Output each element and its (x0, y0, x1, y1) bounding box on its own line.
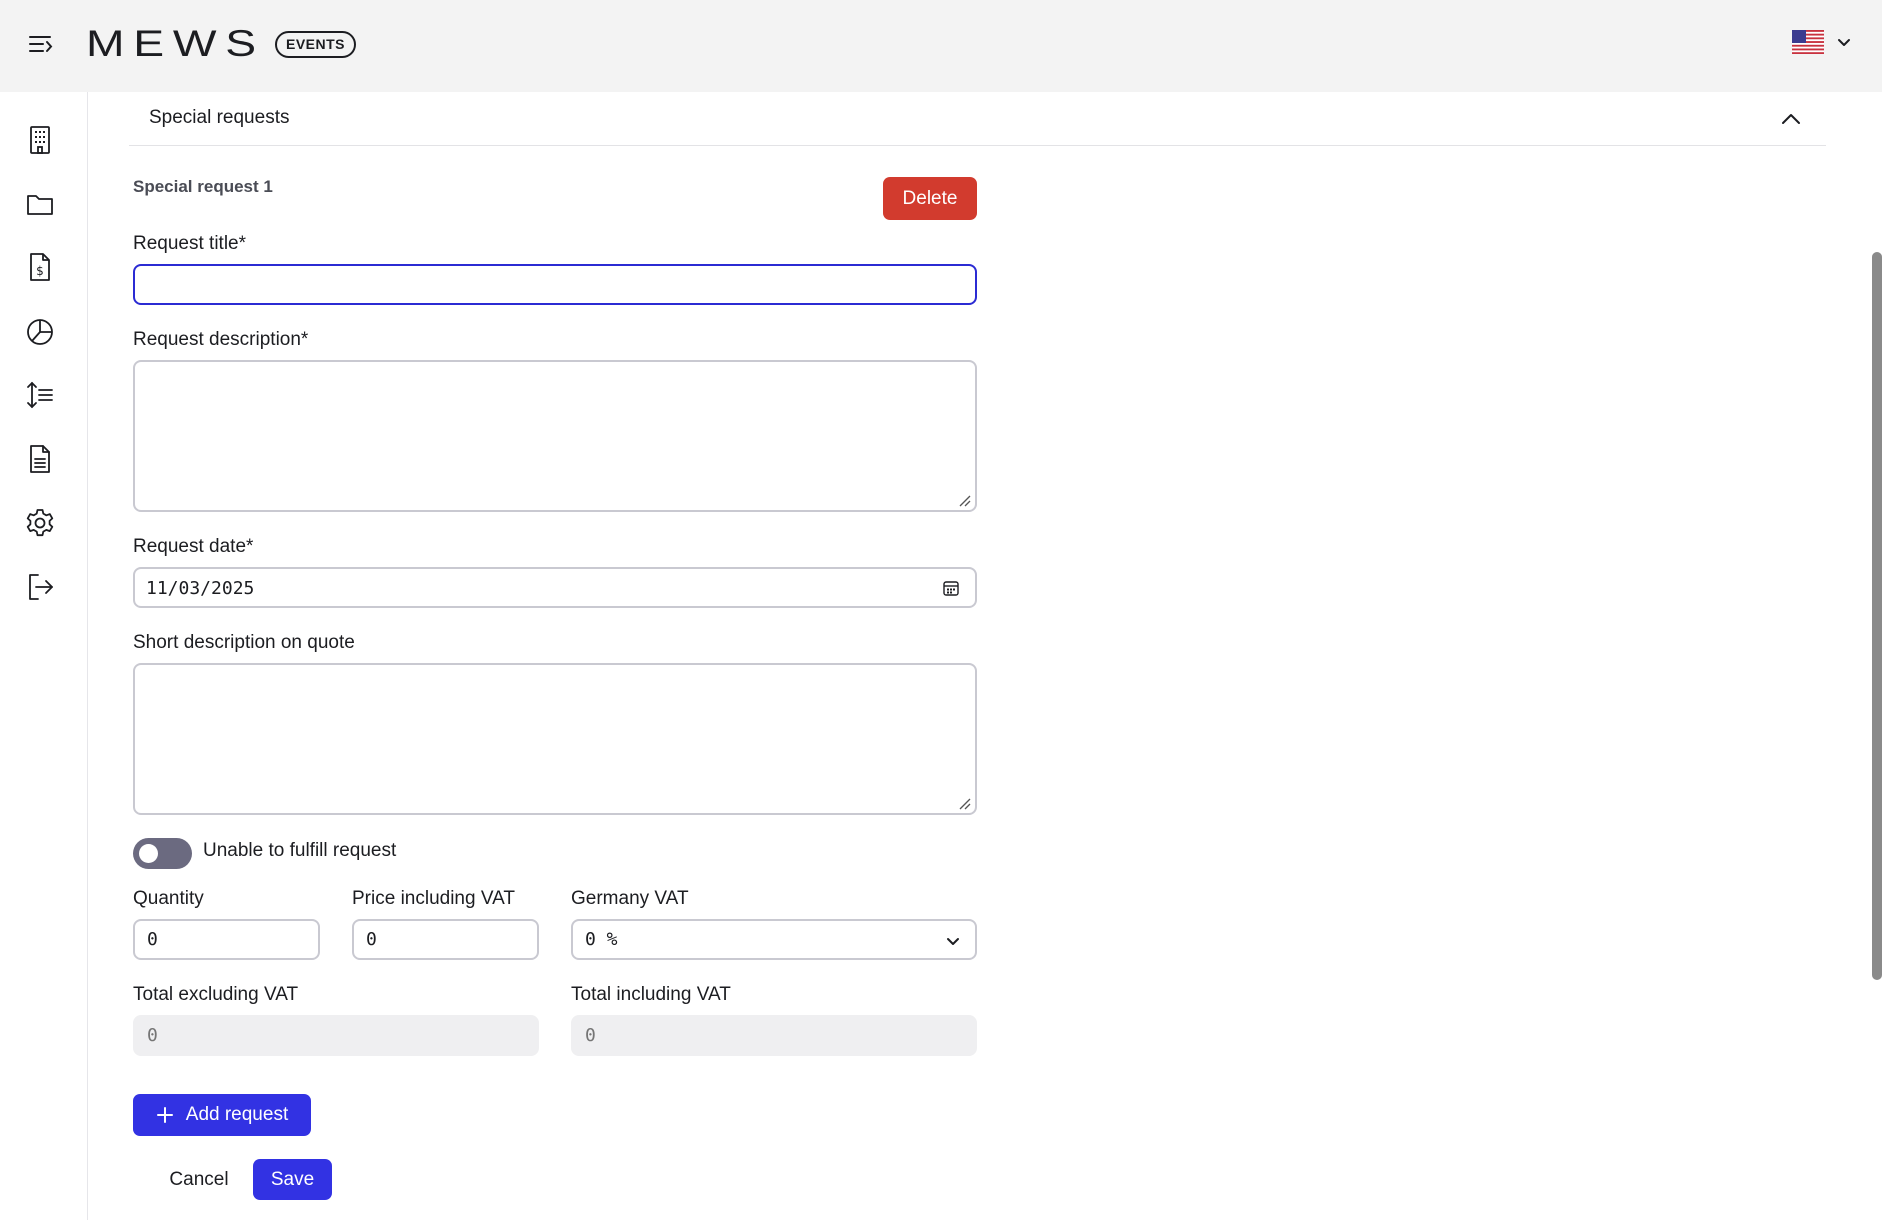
total-excluding-vat-field (133, 1015, 539, 1056)
language-selector[interactable] (1792, 30, 1852, 54)
request-title-input[interactable] (133, 264, 977, 305)
price-including-vat-label: Price including VAT (352, 888, 515, 909)
chevron-up-icon[interactable] (1778, 106, 1804, 132)
germany-vat-value: 0 % (585, 929, 618, 950)
unable-to-fulfill-label: Unable to fulfill request (203, 840, 397, 861)
top-bar: MEWS EVENTS (0, 0, 1882, 92)
quantity-label: Quantity (133, 888, 204, 909)
toggle-knob (139, 844, 158, 863)
request-date-input[interactable] (133, 567, 977, 608)
events-badge: EVENTS (275, 31, 357, 58)
add-request-button[interactable]: Add request (133, 1094, 311, 1136)
short-description-label: Short description on quote (133, 632, 355, 653)
request-title-label: Request title* (133, 233, 247, 254)
resize-grip-icon[interactable] (958, 494, 972, 508)
price-including-vat-input[interactable] (352, 919, 539, 960)
document-icon[interactable] (24, 443, 56, 475)
folder-icon[interactable] (24, 188, 56, 220)
sidebar: $ (0, 92, 88, 1220)
cancel-button[interactable]: Cancel (152, 1159, 246, 1200)
plus-icon (156, 1107, 173, 1123)
request-heading: Special request 1 (133, 177, 273, 196)
scrollbar-thumb[interactable] (1872, 252, 1882, 980)
quantity-input[interactable] (133, 919, 320, 960)
invoice-icon[interactable]: $ (24, 251, 56, 283)
germany-vat-label: Germany VAT (571, 888, 689, 909)
menu-collapse-icon[interactable] (26, 30, 56, 60)
us-flag-icon (1792, 30, 1824, 54)
add-request-label: Add request (185, 1104, 289, 1125)
request-description-label: Request description* (133, 329, 309, 350)
request-date-value: 11/03/2025 (146, 578, 255, 599)
pie-chart-icon[interactable] (24, 315, 56, 347)
total-including-vat-label: Total including VAT (571, 984, 731, 1005)
delete-button[interactable]: Delete (883, 177, 977, 220)
unable-to-fulfill-toggle[interactable] (133, 838, 192, 869)
short-description-textarea[interactable] (133, 663, 977, 815)
mews-logo: MEWS (86, 23, 265, 64)
request-date-label: Request date* (133, 536, 254, 557)
calendar-icon[interactable] (942, 579, 960, 597)
save-button[interactable]: Save (253, 1159, 332, 1200)
building-icon[interactable] (24, 124, 56, 156)
total-including-vat-field (571, 1015, 977, 1056)
section-title: Special requests (149, 107, 290, 128)
request-description-textarea[interactable] (133, 360, 977, 512)
svg-text:$: $ (36, 264, 44, 278)
sort-list-icon[interactable] (24, 379, 56, 411)
logout-icon[interactable] (24, 571, 56, 603)
gear-icon[interactable] (24, 507, 56, 539)
resize-grip-icon[interactable] (958, 797, 972, 811)
special-requests-section-header[interactable]: Special requests (129, 92, 1826, 146)
chevron-down-icon (1838, 39, 1850, 46)
germany-vat-select[interactable]: 0 % (571, 919, 977, 960)
total-excluding-vat-label: Total excluding VAT (133, 984, 299, 1005)
